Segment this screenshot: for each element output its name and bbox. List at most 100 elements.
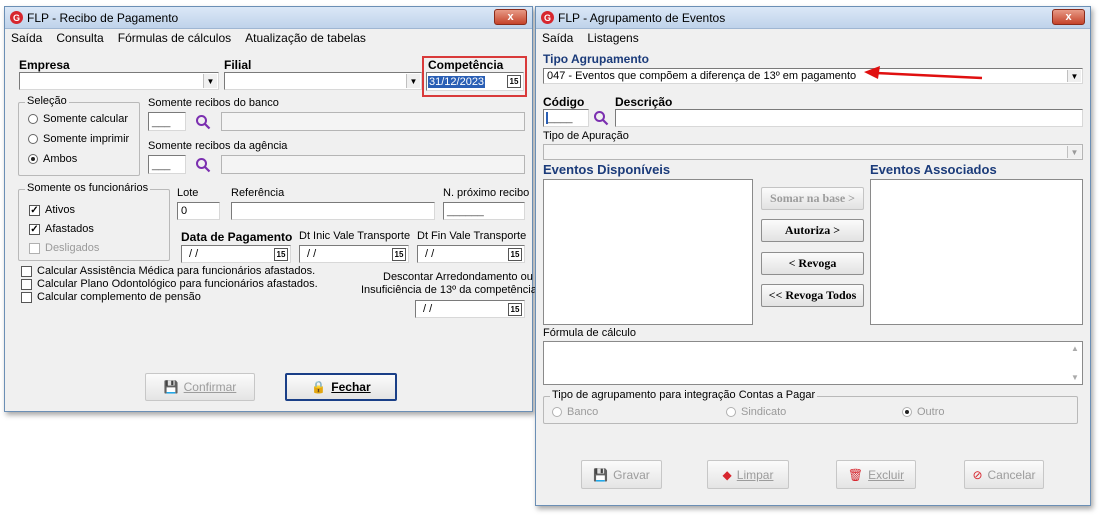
limpar-button[interactable]: ◆ Limpar: [707, 460, 789, 489]
check-assistencia[interactable]: Calcular Assistência Médica para funcion…: [21, 265, 315, 277]
search-icon[interactable]: [593, 110, 609, 126]
check-odontologico[interactable]: Calcular Plano Odontológico para funcion…: [21, 278, 318, 290]
radio-somente-calcular[interactable]: Somente calcular: [28, 113, 128, 125]
dropdown-arrow-icon[interactable]: ▼: [1067, 70, 1081, 82]
dropdown-arrow-icon[interactable]: ▼: [203, 74, 217, 88]
trash-icon: 🗑: [847, 467, 864, 482]
proximo-recibo-label: N. próximo recibo: [443, 187, 530, 199]
descontar-label-2: Insuficiência de 13º da competência: [361, 284, 537, 296]
codigo-field[interactable]: ____: [543, 109, 589, 127]
eventos-associados-list[interactable]: [870, 179, 1083, 325]
dropdown-arrow-icon[interactable]: ▼: [406, 74, 420, 88]
agrupamento-titlebar: G FLP - Agrupamento de Eventos x: [536, 7, 1090, 29]
radio-banco[interactable]: Banco: [552, 406, 598, 418]
eventos-disponiveis-label: Eventos Disponíveis: [543, 162, 671, 177]
recibo-titlebar: G FLP - Recibo de Pagamento x: [5, 7, 532, 29]
checkbox-icon: ✓: [29, 223, 40, 235]
close-icon[interactable]: x: [494, 9, 527, 25]
gravar-button[interactable]: 💾 Gravar: [581, 460, 662, 489]
formula-textarea[interactable]: ▲ ▼: [543, 341, 1083, 385]
menu-listagens[interactable]: Listagens: [587, 31, 638, 45]
tipo-agrupamento-select[interactable]: 047 - Eventos que compõem a diferença de…: [543, 68, 1083, 84]
calendar-icon[interactable]: 15: [274, 248, 288, 261]
check-ativos[interactable]: ✓ Ativos: [29, 204, 75, 216]
revoga-button[interactable]: < Revoga: [761, 252, 864, 275]
dt-inic-field[interactable]: / / 15: [299, 245, 409, 263]
search-icon[interactable]: [195, 114, 211, 130]
window-title: FLP - Recibo de Pagamento: [27, 10, 179, 25]
data-pagamento-label: Data de Pagamento: [181, 230, 293, 244]
cancelar-button[interactable]: ⊘ Cancelar: [964, 460, 1044, 489]
menu-consulta[interactable]: Consulta: [56, 31, 103, 45]
checkbox-icon: ✓: [29, 204, 40, 216]
filial-select[interactable]: ▼: [224, 72, 422, 90]
check-afastados[interactable]: ✓ Afastados: [29, 223, 94, 235]
banco-name-field: [221, 112, 525, 131]
check-desligados: Desligados: [29, 242, 99, 254]
menu-formulas[interactable]: Fórmulas de cálculos: [118, 31, 231, 45]
radio-somente-imprimir[interactable]: Somente imprimir: [28, 133, 129, 145]
close-icon[interactable]: x: [1052, 9, 1085, 25]
integracao-group: Tipo de agrupamento para integração Cont…: [543, 389, 1078, 424]
empresa-select[interactable]: ▼: [19, 72, 219, 90]
filial-label: Filial: [224, 58, 252, 72]
referencia-field[interactable]: [231, 202, 435, 220]
fechar-button[interactable]: 🔒 Fechar: [285, 373, 397, 401]
autoriza-button[interactable]: Autoriza >: [761, 219, 864, 242]
descricao-field[interactable]: [615, 109, 1083, 127]
tipo-agrupamento-label: Tipo Agrupamento: [543, 52, 649, 66]
somar-na-base-button[interactable]: Somar na base >: [761, 187, 864, 210]
check-pensao[interactable]: Calcular complemento de pensão: [21, 291, 201, 303]
banco-code-field[interactable]: ___: [148, 112, 186, 131]
calendar-icon[interactable]: 15: [392, 248, 406, 261]
excluir-button[interactable]: 🗑 Excluir: [836, 460, 916, 489]
menu-atualizacao[interactable]: Atualização de tabelas: [245, 31, 366, 45]
revoga-todos-button[interactable]: << Revoga Todos: [761, 284, 864, 307]
calendar-icon[interactable]: 15: [508, 248, 522, 261]
menu-saida[interactable]: Saída: [11, 31, 42, 45]
lote-label: Lote: [177, 187, 199, 199]
calendar-icon[interactable]: 15: [508, 303, 522, 316]
menubar: Saída Consulta Fórmulas de cálculos Atua…: [5, 29, 532, 47]
radio-ambos[interactable]: Ambos: [28, 153, 77, 165]
cancel-icon: ⊘: [972, 467, 983, 482]
app-logo-icon: G: [541, 11, 554, 24]
menu-saida[interactable]: Saída: [542, 31, 573, 45]
competencia-value: 31/12/2023: [428, 75, 486, 88]
formula-label: Fórmula de cálculo: [543, 327, 636, 339]
radio-sindicato[interactable]: Sindicato: [726, 406, 786, 418]
referencia-label: Referência: [231, 187, 285, 199]
agencia-code-field[interactable]: ___: [148, 155, 186, 174]
calendar-icon[interactable]: 15: [507, 75, 521, 88]
app-logo-icon: G: [10, 11, 23, 24]
annotation-arrow-icon: [864, 66, 983, 80]
dropdown-arrow-icon: ▼: [1067, 146, 1081, 158]
competencia-label: Competência: [428, 58, 504, 72]
descontar-date-field[interactable]: / / 15: [415, 300, 525, 318]
search-icon[interactable]: [195, 157, 211, 173]
window-title: FLP - Agrupamento de Eventos: [558, 10, 726, 25]
save-icon: 💾: [163, 380, 179, 394]
proximo-recibo-field[interactable]: ______: [443, 202, 525, 220]
selecao-title: Seleção: [25, 95, 69, 107]
tipo-apuracao-label: Tipo de Apuração: [543, 130, 629, 142]
menubar: Saída Listagens: [536, 29, 1090, 47]
dt-inic-label: Dt Inic Vale Transporte: [299, 230, 411, 242]
agencia-name-field: [221, 155, 525, 174]
scrollbar[interactable]: ▲ ▼: [1068, 342, 1082, 384]
integracao-title: Tipo de agrupamento para integração Cont…: [550, 389, 818, 401]
agrupamento-window: G FLP - Agrupamento de Eventos x Saída L…: [535, 6, 1091, 506]
save-icon: 💾: [593, 467, 609, 482]
empresa-label: Empresa: [19, 58, 70, 72]
lote-field[interactable]: 0: [177, 202, 220, 220]
recibo-window: G FLP - Recibo de Pagamento x Saída Cons…: [4, 6, 537, 412]
radio-outro[interactable]: Outro: [902, 406, 945, 418]
competencia-field[interactable]: 31/12/2023 15: [426, 72, 524, 91]
confirmar-button[interactable]: 💾 Confirmar: [145, 373, 255, 401]
lock-icon: 🔒: [311, 380, 327, 394]
data-pagamento-field[interactable]: / / 15: [181, 245, 291, 263]
eventos-disponiveis-list[interactable]: [543, 179, 753, 325]
descontar-label-1: Descontar Arredondamento ou: [383, 271, 533, 283]
descricao-label: Descrição: [615, 95, 673, 109]
dt-fin-field[interactable]: / / 15: [417, 245, 525, 263]
